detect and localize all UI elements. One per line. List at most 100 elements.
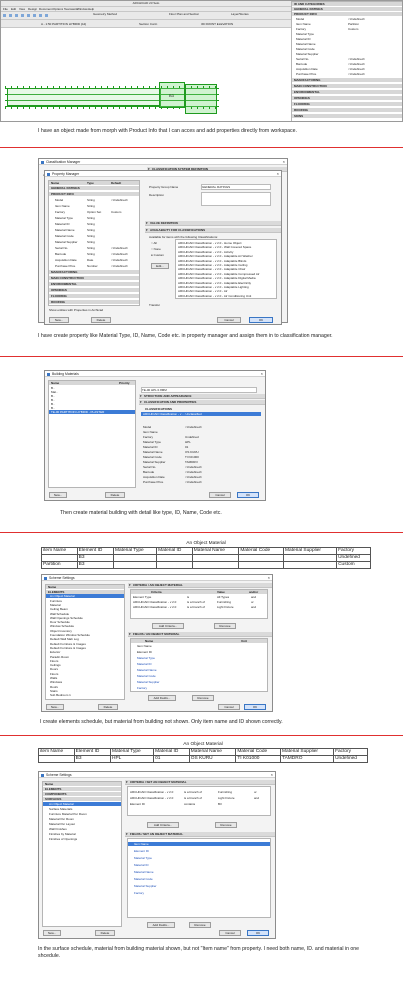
field-row[interactable]: Material Supplier [131, 680, 267, 684]
property-value[interactable]: 01 [185, 445, 188, 449]
criteria-value[interactable]: Furnishing [218, 790, 232, 794]
surface-scheme-item[interactable]: ELEMENTS [43, 787, 121, 791]
menu-view[interactable]: View [19, 7, 25, 11]
menu-window[interactable]: Window [77, 7, 88, 11]
property-group-row[interactable]: ROOFING [49, 300, 139, 304]
criteria-value[interactable]: Light Fixture [218, 796, 235, 800]
ok-button[interactable]: OK [237, 492, 259, 498]
property-value[interactable]: HPL [185, 440, 191, 444]
property-row[interactable]: Material Name String [49, 228, 139, 232]
classification-item[interactable]: ARCHICAD Classification - v 2.0 - Adapta… [176, 281, 276, 285]
material-property-row[interactable]: Material Code TI K01000 [141, 455, 261, 459]
add-fields-button[interactable]: Add Fields... [147, 922, 175, 928]
marquee-tool-icon[interactable] [9, 14, 12, 17]
surface-scheme-item[interactable]: Surface Materials [43, 807, 121, 811]
property-value[interactable]: <Undefined> [348, 72, 365, 76]
criteria-operator[interactable]: is a branch of [184, 790, 202, 794]
wall-tool-icon[interactable] [15, 14, 18, 17]
material-property-row[interactable]: Serial No. <Undefined> [141, 465, 261, 469]
remove-fields-button[interactable]: Remove [192, 695, 214, 701]
morph-object-selected[interactable] [185, 84, 217, 114]
property-row[interactable]: Acquisition Date Date <Undefined> [49, 258, 139, 262]
material-property-row[interactable]: Model <Undefined> [141, 425, 261, 429]
remove-criteria-button[interactable]: Remove [215, 822, 237, 828]
property-group-row[interactable]: MAIN CONSTRUCTION [49, 276, 139, 280]
property-row[interactable]: Model <Undefined> [292, 17, 402, 21]
surface-scheme-item[interactable]: COMPONENTS [43, 792, 121, 796]
property-value[interactable]: <Undefined> [185, 425, 202, 429]
menu-file[interactable]: File [3, 7, 8, 11]
surface-scheme-item[interactable]: Furniture Material Per Room [43, 812, 121, 816]
field-row[interactable]: Material Name [128, 870, 270, 874]
material-property-row[interactable]: Barcode <Undefined> [141, 470, 261, 474]
add-criteria-button[interactable]: Add Criteria... [147, 822, 179, 828]
field-row[interactable]: Item Name [131, 644, 267, 648]
property-row[interactable]: Material Code String [49, 234, 139, 238]
surface-scheme-item[interactable]: Finishes by Material [43, 832, 121, 836]
criteria-value[interactable]: Furnishing [217, 600, 231, 604]
criteria-value[interactable]: All Types [217, 595, 229, 599]
classification-item[interactable]: ARCHICAD Classification - v 2.0 - Adapta… [176, 272, 276, 276]
property-row[interactable]: Material Supplier String [49, 240, 139, 244]
property-value[interactable]: <Undefined> [185, 480, 202, 484]
property-value[interactable]: <Undefined> [348, 17, 365, 21]
ok-button[interactable]: OK [244, 704, 266, 710]
name-field[interactable]: TE-00 HPL 0.8MM [141, 387, 257, 393]
classification-item[interactable]: ARCHICAD Classification - v 2.0 - Wall C… [176, 245, 276, 249]
beam-tool-icon[interactable] [27, 14, 30, 17]
property-group-row[interactable]: PRODUCT INFO [49, 192, 139, 196]
menu-options[interactable]: Options [53, 7, 63, 11]
cancel-button[interactable]: Cancel [218, 704, 240, 710]
close-icon[interactable]: × [261, 371, 263, 377]
property-row[interactable]: Barcode String <Undefined> [49, 252, 139, 256]
surface-scheme-item[interactable]: An Object Material [43, 802, 121, 806]
cancel-button[interactable]: Cancel [209, 492, 231, 498]
field-row[interactable]: Element ID [131, 650, 267, 654]
group-name-field[interactable]: GENERAL RATINGS [201, 184, 271, 190]
menu-edit[interactable]: Edit [11, 7, 16, 11]
classification-item[interactable]: ARCHICAD Classification - v 2.0 - Adapta… [176, 276, 276, 280]
property-row[interactable]: Acquisition Date <Undefined> [292, 67, 402, 71]
field-row[interactable]: Material Supplier [128, 884, 270, 888]
property-value[interactable]: <Undefined> [185, 465, 202, 469]
field-row[interactable]: Material ID [128, 863, 270, 867]
close-icon[interactable]: × [271, 772, 273, 778]
surface-scheme-item[interactable]: Wall Finishes [43, 827, 121, 831]
props-footer-section[interactable]: SKINS [292, 114, 402, 118]
remove-fields-button[interactable]: Remove [189, 922, 211, 928]
property-value[interactable]: Undefined [185, 435, 199, 439]
remove-criteria-button[interactable]: Remove [214, 623, 236, 629]
surface-scheme-item[interactable]: Material Per Room [43, 817, 121, 821]
plan-label[interactable]: 3D FRONT ELEVATION [201, 22, 233, 26]
props-footer-section[interactable]: FLOORING [292, 102, 402, 106]
option-custom-radio[interactable]: ● Custom [151, 253, 164, 257]
classification-properties-header[interactable]: CLASSIFICATION AND PROPERTIES [139, 400, 265, 405]
cancel-button[interactable]: Cancel [219, 930, 241, 936]
column-tool-icon[interactable] [21, 14, 24, 17]
property-row[interactable]: Material ID String [49, 222, 139, 226]
surface-scheme-item[interactable]: Finishes of Openings [43, 837, 121, 841]
material-property-row[interactable]: Material ID 01 [141, 445, 261, 449]
material-property-row[interactable]: Material Name OS KURU [141, 450, 261, 454]
scheme-item[interactable]: Sub Bedroom 2 [46, 698, 124, 700]
fields-header[interactable]: FIELDS / AN OBJECT MATERIAL [128, 632, 272, 637]
property-group-row[interactable]: ENVIRONMENTAL [49, 282, 139, 286]
property-row[interactable]: Material Code [292, 47, 402, 51]
property-row[interactable]: Serial No. String <Undefined> [49, 246, 139, 250]
selected-material-row[interactable]: TE-00 PARTITION HYBRID - PLASTER [49, 410, 135, 414]
menu-design[interactable]: Design [28, 7, 37, 11]
classification-item[interactable]: ARCHICAD Classification - v 2.0 - Adapta… [176, 254, 276, 258]
show-unlisted-checkbox[interactable]: Show entities with Properties in Archica… [49, 308, 103, 312]
props-footer-section[interactable]: ENVIRONMENTAL [292, 90, 402, 94]
property-value[interactable]: <Undefined> [185, 470, 202, 474]
morph-object[interactable] [7, 88, 161, 106]
object-tool-icon[interactable] [45, 14, 48, 17]
delete-button[interactable]: Delete [95, 930, 115, 936]
arrow-tool-icon[interactable] [3, 14, 6, 17]
close-icon[interactable]: × [277, 171, 279, 177]
property-row[interactable]: Material Type [292, 32, 402, 36]
property-row[interactable]: Item Name String [49, 204, 139, 208]
surface-scheme-item[interactable]: SURFACES [43, 797, 121, 801]
property-row[interactable]: Purchase Price <Undefined> [292, 72, 402, 76]
property-value[interactable]: <Undefined> [185, 475, 202, 479]
